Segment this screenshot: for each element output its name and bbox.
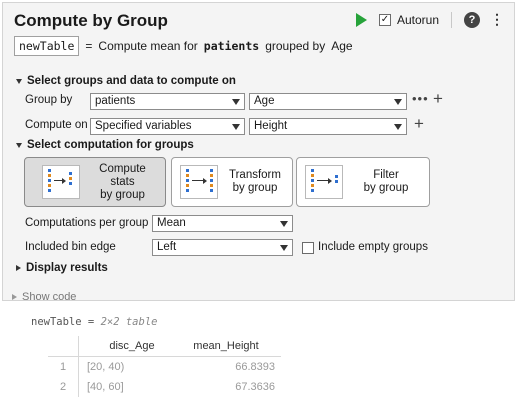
included-bin-edge-dropdown[interactable]: Left xyxy=(152,239,293,256)
group-by-variable-value: Age xyxy=(254,95,275,107)
chevron-down-icon xyxy=(232,124,240,130)
cell-mean-height: 66.8393 xyxy=(235,361,275,373)
add-group-icon[interactable]: + xyxy=(433,89,443,109)
row-number: 2 xyxy=(48,377,79,397)
computations-per-group-value: Mean xyxy=(157,217,186,229)
collapse-icon xyxy=(16,78,22,84)
computations-per-group-dropdown[interactable]: Mean xyxy=(152,215,293,232)
include-empty-groups-label: Include empty groups xyxy=(318,241,428,253)
section-display-header[interactable]: Display results xyxy=(16,262,108,274)
compute-on-mode-dropdown[interactable]: Specified variables xyxy=(90,118,245,135)
group-by-label: Group by xyxy=(25,94,73,106)
included-bin-edge-label: Included bin edge xyxy=(25,241,116,253)
chevron-down-icon xyxy=(280,245,288,251)
output-size: 2×2 table xyxy=(100,316,158,328)
section-computation-label: Select computation for groups xyxy=(27,139,194,151)
transform-icon xyxy=(180,165,218,199)
collapse-icon xyxy=(16,142,22,148)
computations-per-group-label: Computations per group xyxy=(25,217,149,229)
output-table: disc_Age mean_Height 1 [20, 40) 66.8393 … xyxy=(48,336,281,397)
cell-disc-age: [20, 40) xyxy=(87,361,125,373)
compute-stats-label: Compute stats by group xyxy=(99,162,146,201)
summary-middle: grouped by xyxy=(265,39,326,53)
cell-disc-age: [40, 60] xyxy=(87,381,124,393)
help-icon[interactable]: ? xyxy=(464,11,480,28)
filter-label: Filter by group xyxy=(363,169,409,194)
compute-on-label: Compute on xyxy=(25,119,88,131)
transform-label: Transform by group xyxy=(229,169,281,194)
chevron-down-icon xyxy=(280,221,288,227)
task-toolbar: ✓ Autorun ? ⋮ xyxy=(355,11,504,28)
compute-stats-button[interactable]: Compute stats by group xyxy=(24,157,166,207)
summary-group-var: Age xyxy=(331,39,353,53)
filter-button[interactable]: Filter by group xyxy=(296,157,430,207)
section-computation-header[interactable]: Select computation for groups xyxy=(16,139,194,151)
section-groups-header[interactable]: Select groups and data to compute on xyxy=(16,75,236,87)
live-task-panel: Compute by Group ✓ Autorun ? ⋮ newTable … xyxy=(2,2,515,301)
expand-icon xyxy=(12,294,17,300)
show-code-label: Show code xyxy=(22,291,77,303)
section-display-label: Display results xyxy=(26,262,108,274)
group-by-variable-dropdown[interactable]: Age xyxy=(249,93,407,110)
autorun-checkbox[interactable]: ✓ xyxy=(378,13,391,26)
row-number-header xyxy=(48,336,79,357)
expand-icon xyxy=(16,265,21,271)
included-bin-edge-value: Left xyxy=(157,241,177,253)
compute-on-variable-dropdown[interactable]: Height xyxy=(249,118,407,135)
output-var-name: newTable xyxy=(31,316,82,328)
run-icon[interactable] xyxy=(355,12,367,27)
compute-on-mode-value: Specified variables xyxy=(95,120,192,132)
more-options-icon[interactable]: ⋮ xyxy=(490,11,504,28)
show-code-toggle[interactable]: Show code xyxy=(12,291,76,303)
column-header-mean-height: mean_Height xyxy=(177,336,281,357)
more-icon[interactable]: ••• xyxy=(412,91,429,106)
table-row: 1 [20, 40) 66.8393 xyxy=(48,356,281,377)
group-by-table-value: patients xyxy=(95,95,136,107)
compute-on-variable-value: Height xyxy=(254,120,288,132)
output-variable-name[interactable]: newTable xyxy=(14,36,80,56)
task-summary: newTable = Compute mean for patients gro… xyxy=(14,36,353,56)
compute-stats-icon xyxy=(42,165,80,199)
chevron-down-icon xyxy=(394,99,402,105)
add-variable-icon[interactable]: + xyxy=(414,114,424,134)
task-title: Compute by Group xyxy=(14,11,168,30)
cell-mean-height: 67.3636 xyxy=(235,381,275,393)
row-number: 1 xyxy=(48,356,79,377)
summary-prefix: Compute mean for xyxy=(98,39,198,53)
group-by-table-dropdown[interactable]: patients xyxy=(90,93,245,110)
chevron-down-icon xyxy=(232,99,240,105)
transform-button[interactable]: Transform by group xyxy=(171,157,293,207)
chevron-down-icon xyxy=(394,124,402,130)
include-empty-groups-checkbox[interactable] xyxy=(302,242,314,254)
table-header-row: disc_Age mean_Height xyxy=(48,336,281,357)
column-header-disc-age: disc_Age xyxy=(78,336,177,357)
section-groups-label: Select groups and data to compute on xyxy=(27,75,236,87)
summary-data-var: patients xyxy=(203,39,260,53)
autorun-label: Autorun xyxy=(396,12,439,27)
toolbar-divider xyxy=(451,11,452,28)
table-row: 2 [40, 60] 67.3636 xyxy=(48,377,281,397)
output-equals: = xyxy=(87,316,95,328)
summary-equals: = xyxy=(85,39,93,53)
output-header: newTable = 2×2 table xyxy=(31,316,157,328)
filter-icon xyxy=(305,165,343,199)
